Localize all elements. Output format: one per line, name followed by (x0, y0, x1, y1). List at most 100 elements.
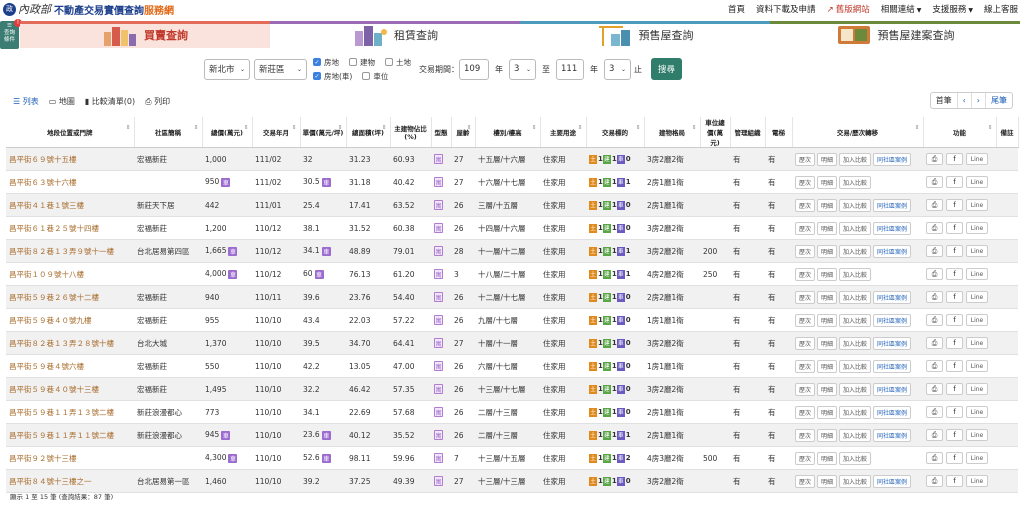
line-share-button[interactable]: Line (966, 245, 988, 258)
detail-button[interactable]: 明細 (817, 267, 838, 281)
tab-rent[interactable]: 租賃查詢 (270, 21, 520, 48)
line-share-button[interactable]: Line (966, 406, 988, 419)
print-button[interactable]: ⎙ 列印 (145, 96, 170, 107)
history-button[interactable]: 歷次 (795, 428, 816, 442)
facebook-icon[interactable]: f (946, 359, 963, 372)
detail-button[interactable]: 明細 (817, 451, 838, 465)
list-view-button[interactable]: ☰ 列表 (13, 96, 39, 107)
print-icon[interactable]: ⎙ (926, 153, 943, 166)
same-community-button[interactable]: 同社區案例 (873, 359, 912, 373)
line-share-button[interactable]: Line (966, 153, 988, 166)
history-button[interactable]: 歷次 (795, 405, 816, 419)
pager-first[interactable]: 首筆 (931, 93, 958, 108)
detail-button[interactable]: 明細 (817, 405, 838, 419)
same-community-button[interactable]: 同社區案例 (873, 221, 912, 235)
line-share-button[interactable]: Line (966, 268, 988, 281)
nav-download[interactable]: 資料下載及申請 (756, 3, 816, 15)
to-month-select[interactable]: 3 ⌄ (604, 58, 631, 80)
district-select[interactable]: 新莊區 ⌄ (254, 58, 307, 80)
check-building[interactable]: 建物 (349, 57, 375, 68)
line-share-button[interactable]: Line (966, 314, 988, 327)
add-compare-button[interactable]: 加入比較 (839, 428, 872, 442)
same-community-button[interactable]: 同社區案例 (873, 428, 912, 442)
print-icon[interactable]: ⎙ (926, 475, 943, 488)
print-icon[interactable]: ⎙ (926, 291, 943, 304)
print-icon[interactable]: ⎙ (926, 245, 943, 258)
nav-support[interactable]: 支援服務 ▼ (932, 3, 973, 15)
line-share-button[interactable]: Line (966, 176, 988, 189)
detail-button[interactable]: 明細 (817, 198, 838, 212)
column-header[interactable]: 屋齡 ⇕ (451, 117, 476, 148)
facebook-icon[interactable]: f (946, 382, 963, 395)
add-compare-button[interactable]: 加入比較 (839, 382, 872, 396)
history-button[interactable]: 歷次 (795, 221, 816, 235)
check-house-land-car[interactable]: ✓ 房地(車) (313, 71, 352, 82)
detail-button[interactable]: 明細 (817, 336, 838, 350)
column-header[interactable]: 總價(萬元) ⇕ (202, 117, 253, 148)
column-header[interactable]: 交易年月 ⇕ (252, 117, 301, 148)
facebook-icon[interactable]: f (946, 244, 963, 257)
same-community-button[interactable]: 同社區案例 (873, 336, 912, 350)
to-year-input[interactable]: 111 (556, 58, 584, 80)
column-header[interactable]: 功能 ⇕ (923, 117, 997, 148)
same-community-button[interactable]: 同社區案例 (873, 198, 912, 212)
add-compare-button[interactable]: 加入比較 (839, 152, 872, 166)
tab-presale[interactable]: 預售屋查詢 (520, 21, 770, 48)
nav-links[interactable]: 相關連結 ▼ (881, 3, 922, 15)
check-parking[interactable]: 車位 (362, 71, 388, 82)
print-icon[interactable]: ⎙ (926, 222, 943, 235)
add-compare-button[interactable]: 加入比較 (839, 221, 872, 235)
facebook-icon[interactable]: f (946, 267, 963, 280)
same-community-button[interactable]: 同社區案例 (873, 313, 912, 327)
facebook-icon[interactable]: f (946, 451, 963, 464)
line-share-button[interactable]: Line (966, 429, 988, 442)
facebook-icon[interactable]: f (946, 198, 963, 211)
address-link[interactable]: 昌平街４１巷１號三樓 (6, 193, 134, 217)
print-icon[interactable]: ⎙ (926, 406, 943, 419)
city-select[interactable]: 新北市 ⌄ (204, 58, 250, 80)
line-share-button[interactable]: Line (966, 222, 988, 235)
from-month-select[interactable]: 3 ⌄ (509, 58, 536, 80)
facebook-icon[interactable]: f (946, 290, 963, 303)
add-compare-button[interactable]: 加入比較 (839, 336, 872, 350)
add-compare-button[interactable]: 加入比較 (839, 451, 872, 465)
history-button[interactable]: 歷次 (795, 336, 816, 350)
same-community-button[interactable]: 同社區案例 (873, 290, 912, 304)
add-compare-button[interactable]: 加入比較 (839, 244, 872, 258)
print-icon[interactable]: ⎙ (926, 176, 943, 189)
history-button[interactable]: 歷次 (795, 290, 816, 304)
history-button[interactable]: 歷次 (795, 152, 816, 166)
line-share-button[interactable]: Line (966, 360, 988, 373)
add-compare-button[interactable]: 加入比較 (839, 290, 872, 304)
history-button[interactable]: 歷次 (795, 198, 816, 212)
add-compare-button[interactable]: 加入比較 (839, 405, 872, 419)
same-community-button[interactable]: 同社區案例 (873, 244, 912, 258)
address-link[interactable]: 昌平街８２巷１３弄２８號十樓 (6, 331, 134, 355)
address-link[interactable]: 昌平街６１巷２５號十四樓 (6, 216, 134, 240)
address-link[interactable]: 昌平街８４號十三樓之一 (6, 469, 134, 493)
print-icon[interactable]: ⎙ (926, 452, 943, 465)
print-icon[interactable]: ⎙ (926, 268, 943, 281)
line-share-button[interactable]: Line (966, 291, 988, 304)
nav-service[interactable]: 線上客服 (984, 3, 1018, 15)
detail-button[interactable]: 明細 (817, 152, 838, 166)
print-icon[interactable]: ⎙ (926, 383, 943, 396)
address-link[interactable]: 昌平街６３號十六樓 (6, 170, 134, 194)
add-compare-button[interactable]: 加入比較 (839, 359, 872, 373)
nav-old-site[interactable]: 舊版網站 (827, 3, 870, 15)
address-link[interactable]: 昌平街５９巷１１弄１１號二樓 (6, 423, 134, 447)
same-community-button[interactable]: 同社區案例 (873, 474, 912, 488)
facebook-icon[interactable]: f (946, 405, 963, 418)
add-compare-button[interactable]: 加入比較 (839, 175, 872, 189)
pager-next[interactable]: › (972, 93, 986, 108)
history-button[interactable]: 歷次 (795, 451, 816, 465)
detail-button[interactable]: 明細 (817, 221, 838, 235)
address-link[interactable]: 昌平街６９號十五樓 (6, 147, 134, 171)
history-button[interactable]: 歷次 (795, 267, 816, 281)
history-button[interactable]: 歷次 (795, 359, 816, 373)
address-link[interactable]: 昌平街５９巷４０號十三樓 (6, 377, 134, 401)
column-header[interactable]: 單價(萬元/坪) ⇕ (300, 117, 347, 148)
column-header[interactable]: 交易/歷次轉移 ⇕ (792, 117, 924, 148)
facebook-icon[interactable]: f (946, 221, 963, 234)
pager-prev[interactable]: ‹ (958, 93, 972, 108)
